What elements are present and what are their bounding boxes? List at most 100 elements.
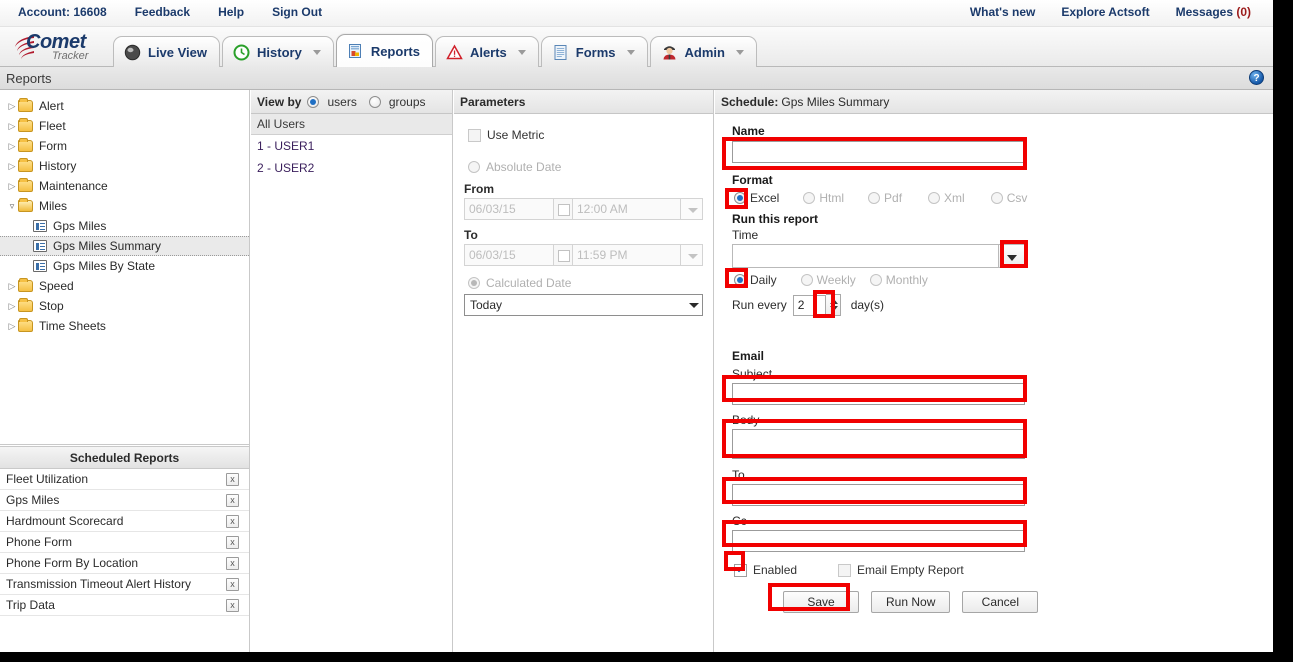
chevron-right-icon[interactable]: ▷ xyxy=(6,161,18,172)
radio-format-html[interactable] xyxy=(803,192,816,204)
body-input[interactable] xyxy=(732,429,1025,459)
folder-icon xyxy=(18,98,33,112)
delete-icon[interactable]: x xyxy=(226,598,239,612)
cancel-button[interactable]: Cancel xyxy=(962,591,1039,613)
run-every-stepper[interactable] xyxy=(825,294,841,316)
chevron-right-icon[interactable]: ▷ xyxy=(6,121,18,132)
delete-icon[interactable]: x xyxy=(226,472,239,486)
radio-calculated-date[interactable] xyxy=(468,277,480,289)
chevron-right-icon[interactable]: ▷ xyxy=(6,141,18,152)
chevron-right-icon[interactable]: ▷ xyxy=(6,281,18,292)
sign-out-link[interactable]: Sign Out xyxy=(272,5,322,19)
help-link[interactable]: Help xyxy=(218,5,244,19)
radio-format-pdf[interactable] xyxy=(868,192,881,204)
name-input[interactable] xyxy=(732,141,1025,163)
radio-view-by-groups[interactable] xyxy=(368,95,381,108)
warning-triangle-icon xyxy=(446,43,463,61)
subject-label: Subject xyxy=(732,367,773,381)
explore-actsoft-link[interactable]: Explore Actsoft xyxy=(1061,5,1149,19)
calendar-icon[interactable] xyxy=(554,244,573,266)
to-input[interactable] xyxy=(732,484,1025,506)
to-time-dropdown-arrow[interactable] xyxy=(681,244,703,266)
run-every-input[interactable]: 2 xyxy=(792,294,826,316)
delete-icon[interactable]: x xyxy=(226,535,239,549)
time-dropdown-arrow[interactable] xyxy=(999,244,1025,268)
whats-new-link[interactable]: What's new xyxy=(970,5,1036,19)
tree-node-fleet[interactable]: ▷ Fleet xyxy=(0,116,249,136)
chevron-down-icon[interactable] xyxy=(626,49,635,55)
tab-reports[interactable]: Reports xyxy=(335,34,433,67)
tree-node-form[interactable]: ▷ Form xyxy=(0,136,249,156)
delete-icon[interactable]: x xyxy=(226,577,239,591)
delete-icon[interactable]: x xyxy=(226,493,239,507)
tab-admin[interactable]: Admin xyxy=(649,36,757,67)
from-time-input[interactable]: 12:00 AM xyxy=(573,198,681,220)
clock-icon xyxy=(233,44,250,61)
scheduled-report-row[interactable]: Hardmount Scorecard x xyxy=(0,511,249,532)
save-button[interactable]: Save xyxy=(783,591,859,613)
scheduled-report-row[interactable]: Trip Data x xyxy=(0,595,249,616)
tab-live-view[interactable]: Live View xyxy=(113,36,221,67)
radio-format-xml[interactable] xyxy=(928,192,941,204)
chevron-right-icon[interactable]: ▷ xyxy=(6,181,18,192)
use-metric-checkbox[interactable] xyxy=(468,128,481,142)
tree-node-maintenance[interactable]: ▷ Maintenance xyxy=(0,176,249,196)
time-input[interactable] xyxy=(732,244,999,268)
radio-format-csv[interactable] xyxy=(990,192,1003,204)
messages-link[interactable]: Messages (0) xyxy=(1176,5,1251,19)
calculated-date-select[interactable]: Today xyxy=(464,294,703,316)
tree-node-gps-miles-summary[interactable]: Gps Miles Summary xyxy=(0,236,249,256)
delete-icon[interactable]: x xyxy=(226,514,239,528)
tree-node-gps-miles-by-state[interactable]: Gps Miles By State xyxy=(0,256,249,276)
from-date-input[interactable]: 06/03/15 xyxy=(464,198,554,220)
all-users-row[interactable]: All Users xyxy=(251,114,452,135)
scheduled-report-row[interactable]: Fleet Utilization x xyxy=(0,469,249,490)
tree-node-speed[interactable]: ▷ Speed xyxy=(0,276,249,296)
email-empty-report-checkbox[interactable] xyxy=(838,563,852,577)
radio-frequency-daily[interactable] xyxy=(734,274,746,286)
scheduled-report-row[interactable]: Phone Form x xyxy=(0,532,249,553)
run-now-button[interactable]: Run Now xyxy=(871,591,951,613)
to-time-input[interactable]: 11:59 PM xyxy=(573,244,681,266)
tree-node-history[interactable]: ▷ History xyxy=(0,156,249,176)
user-row[interactable]: 2 - USER2 xyxy=(251,157,452,179)
radio-frequency-monthly[interactable] xyxy=(869,274,882,286)
enabled-checkbox[interactable] xyxy=(734,562,747,577)
tree-node-gps-miles[interactable]: Gps Miles xyxy=(0,216,249,236)
chevron-down-icon[interactable] xyxy=(312,49,321,55)
scheduled-report-row[interactable]: Gps Miles x xyxy=(0,490,249,511)
radio-absolute-date[interactable] xyxy=(468,161,480,173)
user-row[interactable]: 1 - USER1 xyxy=(251,135,452,157)
chevron-right-icon[interactable]: ▷ xyxy=(6,301,18,312)
scheduled-report-row[interactable]: Phone Form By Location x xyxy=(0,553,249,574)
stepper-down-icon[interactable] xyxy=(829,306,838,311)
chevron-right-icon[interactable]: ▷ xyxy=(6,321,18,332)
radio-format-excel[interactable] xyxy=(734,192,746,204)
stepper-up-icon[interactable] xyxy=(829,299,838,304)
help-icon[interactable]: ? xyxy=(1249,70,1264,85)
tab-history[interactable]: History xyxy=(222,36,334,67)
chevron-down-icon[interactable] xyxy=(517,49,526,55)
tab-alerts[interactable]: Alerts xyxy=(434,36,539,67)
chevron-down-icon[interactable] xyxy=(682,294,702,316)
time-select[interactable] xyxy=(732,244,1025,268)
delete-icon[interactable]: x xyxy=(226,556,239,570)
calendar-icon[interactable] xyxy=(554,198,573,220)
tab-forms[interactable]: Forms xyxy=(540,36,648,67)
cc-input[interactable] xyxy=(732,530,1025,552)
radio-frequency-weekly[interactable] xyxy=(800,274,813,286)
tree-node-miles[interactable]: ▿ Miles xyxy=(0,196,249,216)
radio-view-by-users[interactable] xyxy=(307,95,320,108)
tree-node-stop[interactable]: ▷ Stop xyxy=(0,296,249,316)
chevron-right-icon[interactable]: ▷ xyxy=(6,101,18,112)
radio-view-by-groups-label: groups xyxy=(388,94,426,109)
to-date-input[interactable]: 06/03/15 xyxy=(464,244,554,266)
chevron-down-icon[interactable]: ▿ xyxy=(6,201,18,212)
scheduled-report-row[interactable]: Transmission Timeout Alert History x xyxy=(0,574,249,595)
from-time-dropdown-arrow[interactable] xyxy=(681,198,703,220)
subject-input[interactable] xyxy=(732,383,1025,405)
tree-node-time-sheets[interactable]: ▷ Time Sheets xyxy=(0,316,249,336)
chevron-down-icon[interactable] xyxy=(735,49,744,55)
feedback-link[interactable]: Feedback xyxy=(135,5,190,19)
tree-node-alert[interactable]: ▷ Alert xyxy=(0,96,249,116)
